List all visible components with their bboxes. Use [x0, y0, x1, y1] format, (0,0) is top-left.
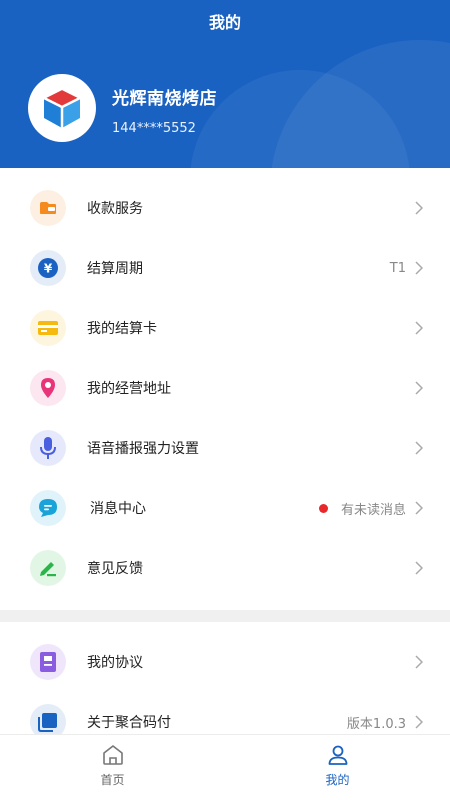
tab-home[interactable]: 首页 — [0, 735, 225, 800]
chevron-right-icon — [414, 501, 424, 515]
chevron-right-icon — [414, 715, 424, 729]
menu-item-message-center[interactable]: 消息中心 有未读消息 — [0, 478, 450, 538]
menu-item-label: 意见反馈 — [87, 561, 143, 577]
tab-label: 我的 — [325, 773, 350, 787]
shop-name: 光辉南烧烤店 — [112, 89, 217, 109]
menu-item-label: 消息中心 — [90, 501, 146, 517]
menu-list: 收款服务 ¥ 结算周期 T1 我的结算卡 我的经营地址 语音播报强力设置 消息中… — [0, 178, 450, 598]
menu-item-label: 我的结算卡 — [87, 321, 157, 337]
menu-item-label: 语音播报强力设置 — [87, 441, 199, 457]
chevron-right-icon — [414, 321, 424, 335]
location-pin-icon — [30, 370, 66, 406]
chevron-right-icon — [414, 561, 424, 575]
menu-item-label: 我的经营地址 — [87, 381, 171, 397]
menu-item-label: 关于聚合码付 — [87, 715, 171, 731]
menu-item-label: 我的协议 — [87, 655, 143, 671]
yuan-icon: ¥ — [30, 250, 66, 286]
section-divider — [0, 610, 450, 622]
profile-header: 我的 光辉南烧烤店 144****5552 — [0, 0, 450, 168]
chevron-right-icon — [414, 381, 424, 395]
menu-item-payment-service[interactable]: 收款服务 — [0, 178, 450, 238]
menu-item-voice-broadcast[interactable]: 语音播报强力设置 — [0, 418, 450, 478]
tab-mine[interactable]: 我的 — [225, 735, 450, 800]
unread-dot — [318, 503, 328, 513]
svg-text:¥: ¥ — [44, 262, 53, 276]
user-icon — [328, 745, 347, 765]
avatar[interactable] — [28, 74, 96, 142]
unread-message-text: 有未读消息 — [340, 502, 406, 518]
settlement-cycle-value: T1 — [389, 260, 406, 276]
app-root: 我的 光辉南烧烤店 144****5552 收款服务 ¥ 结算周期 T1 我的结… — [0, 0, 450, 800]
bottom-tab-bar: 首页 我的 — [0, 734, 450, 800]
menu-item-settlement-cycle[interactable]: ¥ 结算周期 T1 — [0, 238, 450, 298]
message-icon — [30, 490, 66, 526]
microphone-icon — [30, 430, 66, 466]
menu-item-feedback[interactable]: 意见反馈 — [0, 538, 450, 598]
menu-item-agreement[interactable]: 我的协议 — [0, 632, 450, 692]
chevron-right-icon — [414, 441, 424, 455]
home-icon — [102, 745, 123, 765]
tab-label: 首页 — [100, 773, 125, 787]
chevron-right-icon — [414, 201, 424, 215]
spacer — [0, 168, 450, 178]
version-text: 版本1.0.3 — [346, 716, 406, 732]
shop-phone: 144****5552 — [112, 121, 196, 136]
cube-logo-icon — [43, 88, 81, 128]
agreement-icon — [30, 644, 66, 680]
card-icon — [30, 310, 66, 346]
page-title: 我的 — [208, 13, 241, 32]
menu-item-label: 收款服务 — [87, 201, 143, 217]
chevron-right-icon — [414, 261, 424, 275]
menu-item-business-address[interactable]: 我的经营地址 — [0, 358, 450, 418]
menu-item-settlement-card[interactable]: 我的结算卡 — [0, 298, 450, 358]
feedback-icon — [30, 550, 66, 586]
chevron-right-icon — [414, 655, 424, 669]
wallet-icon — [30, 190, 66, 226]
menu-item-label: 结算周期 — [87, 261, 143, 277]
